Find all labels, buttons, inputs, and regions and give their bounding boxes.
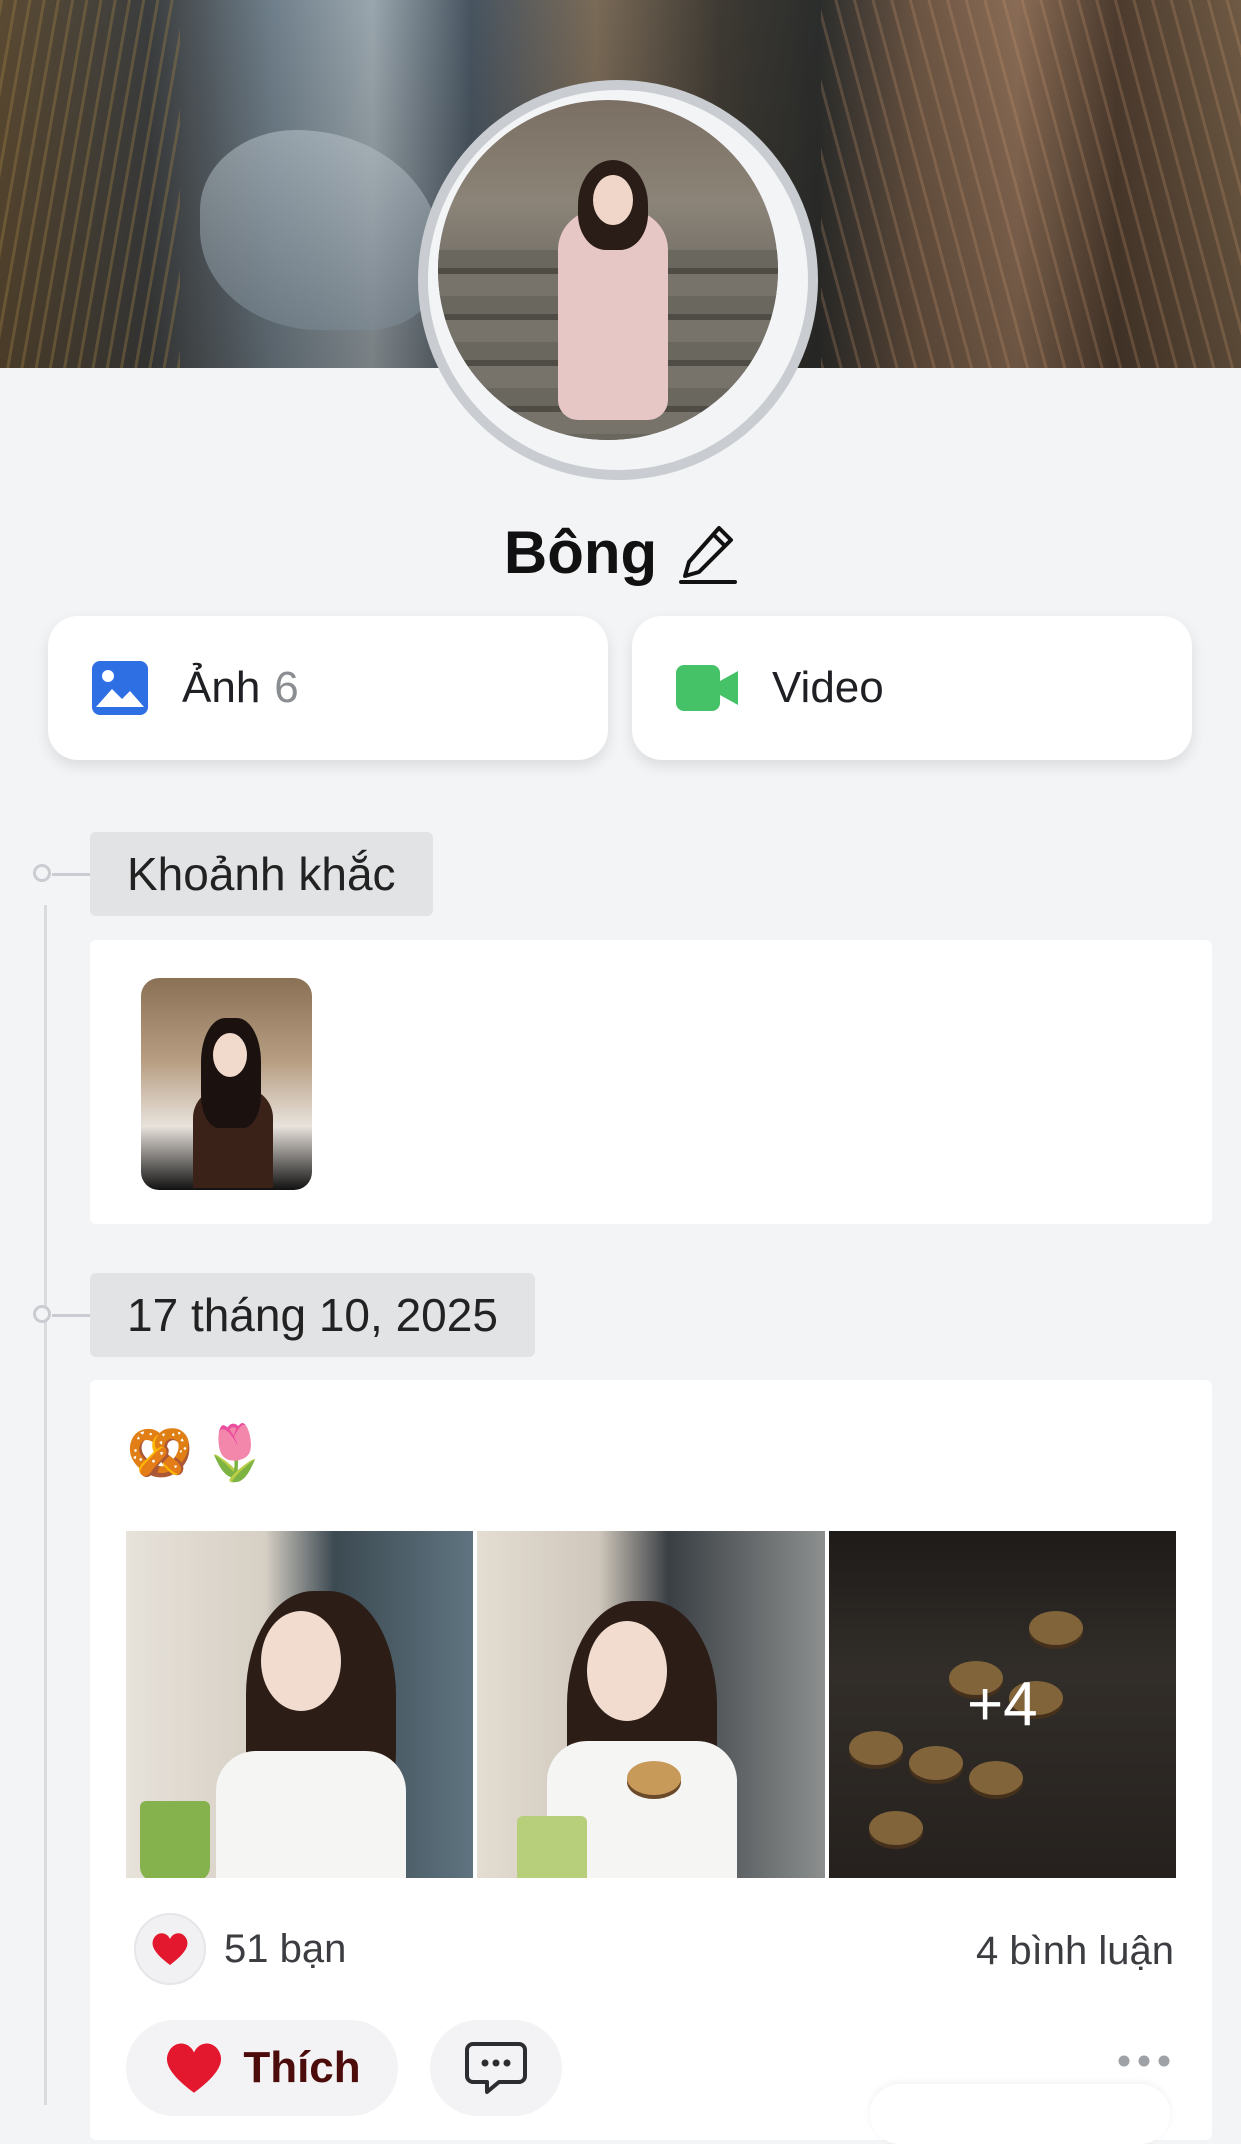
photo-person-face (261, 1611, 341, 1711)
heart-icon (167, 2043, 222, 2093)
moment-thumbnail[interactable] (141, 978, 312, 1190)
avatar-person-face (593, 175, 633, 225)
photo-person-face (587, 1621, 668, 1721)
timeline-dot (33, 864, 90, 882)
post-photo-more[interactable]: +4 (828, 1531, 1176, 1878)
post-card: 🥨🌷 +4 51 bạn 4 bình luận Thích (90, 1380, 1212, 2140)
video-camera-icon (676, 665, 738, 711)
moments-header: Khoảnh khắc (90, 832, 433, 916)
post-date: 17 tháng 10, 2025 (127, 1289, 498, 1341)
post-photo-grid: +4 (126, 1531, 1176, 1878)
drink-cup (140, 1801, 210, 1878)
drink-cup (517, 1816, 588, 1878)
photos-label: Ảnh (182, 663, 261, 712)
timeline-dot (33, 1305, 90, 1323)
edit-pencil-icon[interactable] (679, 522, 738, 584)
reactions-label: 51 bạn (224, 1926, 347, 1971)
cover-reeds-right (821, 0, 1241, 368)
heart-icon (152, 1933, 188, 1965)
post-date-header: 17 tháng 10, 2025 (90, 1273, 535, 1357)
more-photos-count: +4 (966, 1670, 1038, 1739)
post-photo[interactable] (477, 1531, 825, 1878)
moment-person-face (213, 1033, 247, 1077)
moments-title: Khoảnh khắc (127, 848, 396, 900)
like-label: Thích (243, 2043, 361, 2092)
post-photo[interactable] (126, 1531, 474, 1878)
avatar-photo (438, 100, 778, 440)
comment-bubble-icon (465, 2042, 527, 2094)
photo-person-shirt (216, 1751, 406, 1878)
comments-count[interactable]: 4 bình luận (976, 1929, 1174, 1974)
moments-card (90, 940, 1212, 1224)
avatar[interactable] (418, 80, 818, 480)
more-options-icon[interactable] (1116, 2046, 1172, 2076)
timeline-line (44, 905, 47, 2105)
cover-water-reflection (200, 130, 440, 330)
video-tile[interactable]: Video (632, 616, 1192, 760)
post-text: 🥨🌷 (126, 1423, 277, 1483)
photos-count: 6 (274, 663, 299, 712)
pastry (627, 1761, 682, 1795)
photos-tile[interactable]: Ảnh 6 (48, 616, 608, 760)
profile-name: Bông (503, 519, 658, 586)
photo-icon (92, 661, 148, 715)
floating-panel-edge (870, 2084, 1170, 2144)
video-label: Video (772, 663, 884, 712)
cover-reeds-left (0, 0, 180, 368)
heart-reaction-badge (134, 1913, 206, 1985)
reactions-summary[interactable]: 51 bạn (134, 1913, 346, 1985)
profile-name-row: Bông (0, 518, 1241, 587)
